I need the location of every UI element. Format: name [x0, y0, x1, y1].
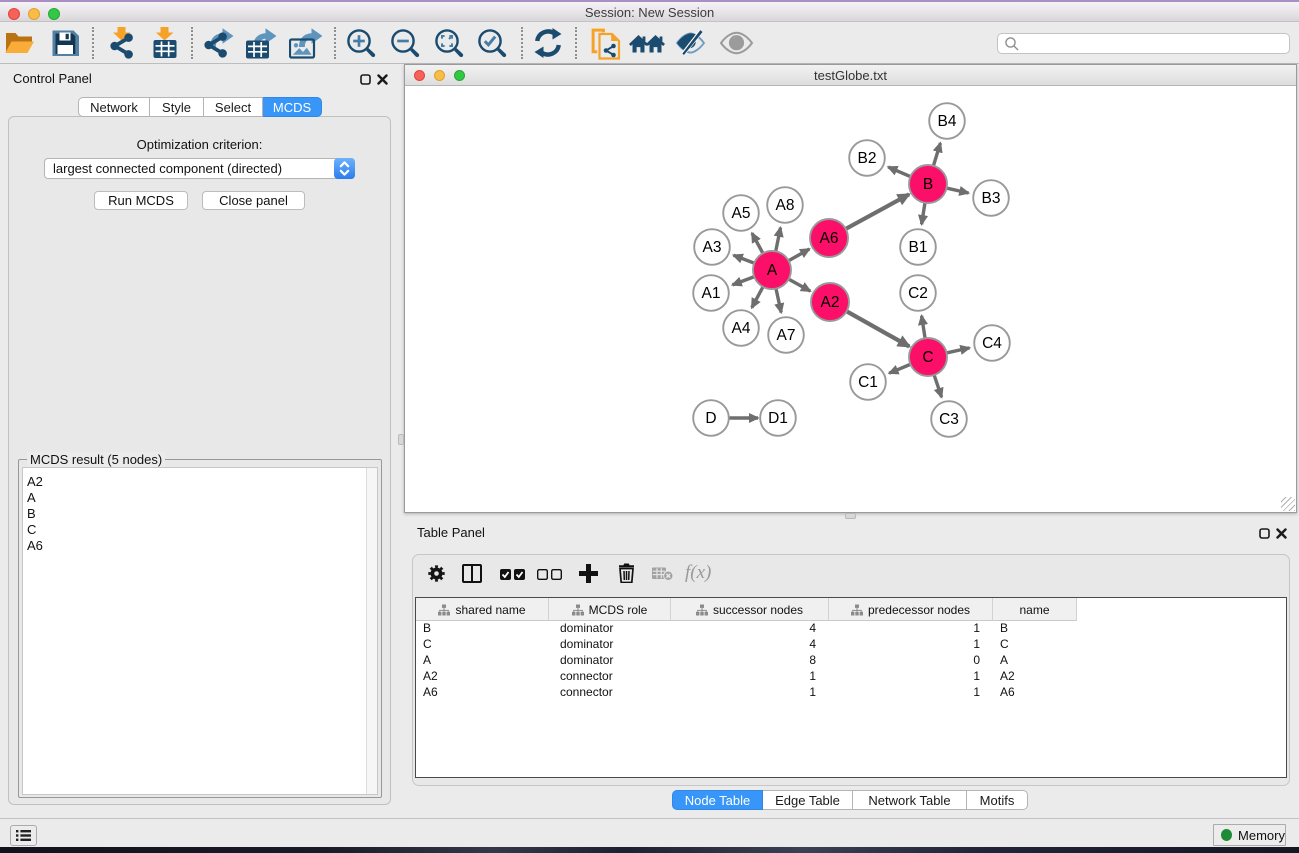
svg-text:C: C	[922, 349, 933, 366]
svg-text:A: A	[767, 262, 778, 279]
svg-text:A2: A2	[821, 294, 840, 311]
svg-text:B1: B1	[909, 239, 928, 256]
svg-text:A1: A1	[702, 285, 721, 302]
svg-text:B4: B4	[938, 113, 957, 130]
svg-text:A5: A5	[732, 205, 751, 222]
svg-text:C2: C2	[908, 285, 928, 302]
svg-text:B: B	[923, 176, 933, 193]
svg-text:C3: C3	[939, 411, 959, 428]
svg-text:A8: A8	[776, 197, 795, 214]
svg-text:B3: B3	[982, 190, 1001, 207]
svg-text:A3: A3	[703, 239, 722, 256]
svg-text:A4: A4	[732, 320, 751, 337]
svg-text:A7: A7	[777, 327, 796, 344]
svg-text:A6: A6	[820, 230, 839, 247]
svg-text:C1: C1	[858, 374, 878, 391]
svg-text:D: D	[705, 410, 716, 427]
svg-text:C4: C4	[982, 335, 1002, 352]
svg-text:B2: B2	[858, 150, 877, 167]
svg-text:D1: D1	[768, 410, 788, 427]
